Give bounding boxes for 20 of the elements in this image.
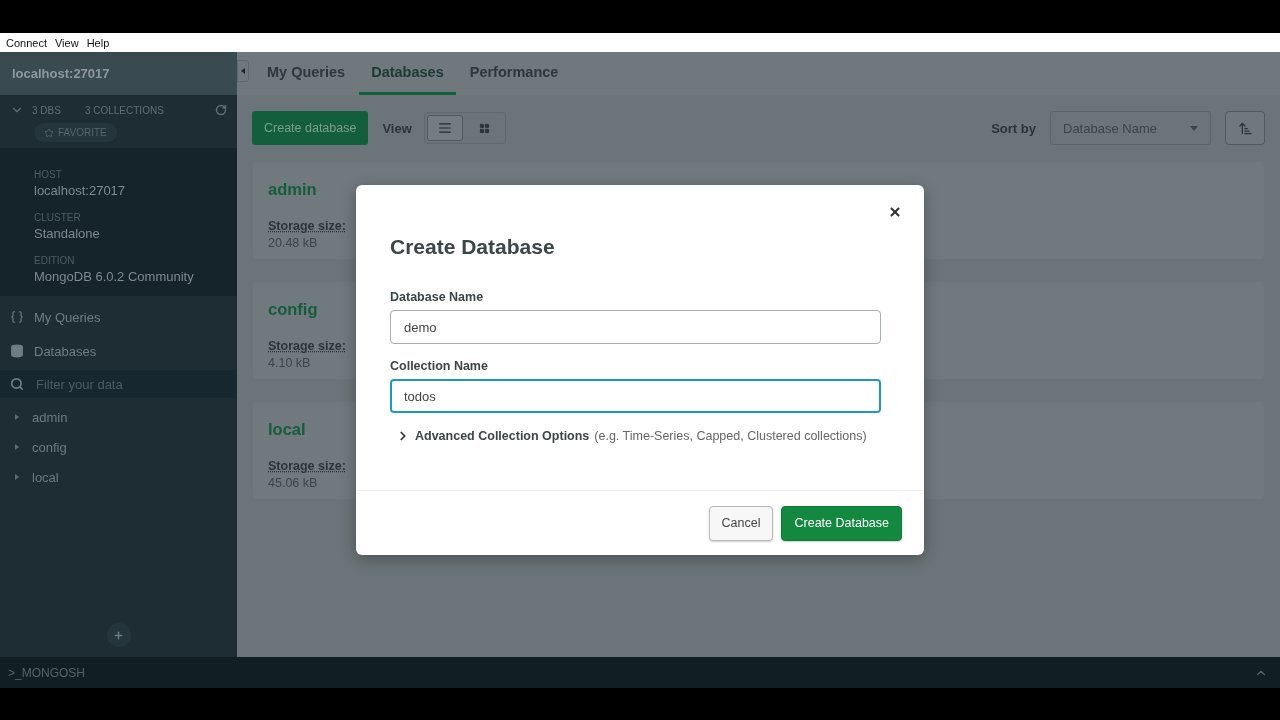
info-value: Standalone (34, 226, 101, 241)
database-title: config (268, 300, 318, 319)
field-label: Collection Name (390, 359, 489, 373)
dialog-title: Create Database (390, 235, 556, 259)
storage-label: Storage size: (268, 459, 346, 473)
view-label: View (382, 120, 412, 136)
stat-count: 3 DBS (32, 104, 61, 116)
info-label: HOST (34, 169, 63, 180)
sort-label: Sort by (991, 120, 1036, 136)
storage-label: Storage size: (268, 219, 346, 233)
info-label: EDITION (34, 255, 76, 266)
info-label: CLUSTER (34, 212, 82, 223)
database-title: local (268, 420, 306, 439)
stat-count: 3 COLLECTIONS (84, 104, 164, 116)
field-label: Database Name (390, 290, 485, 304)
info-value: MongoDB 6.0.2 Community (34, 269, 195, 284)
info-value: localhost:27017 (34, 183, 127, 198)
connection-name: localhost:27017 (12, 66, 110, 81)
database-title: admin (268, 180, 317, 199)
storage-label: Storage size: (268, 339, 346, 353)
